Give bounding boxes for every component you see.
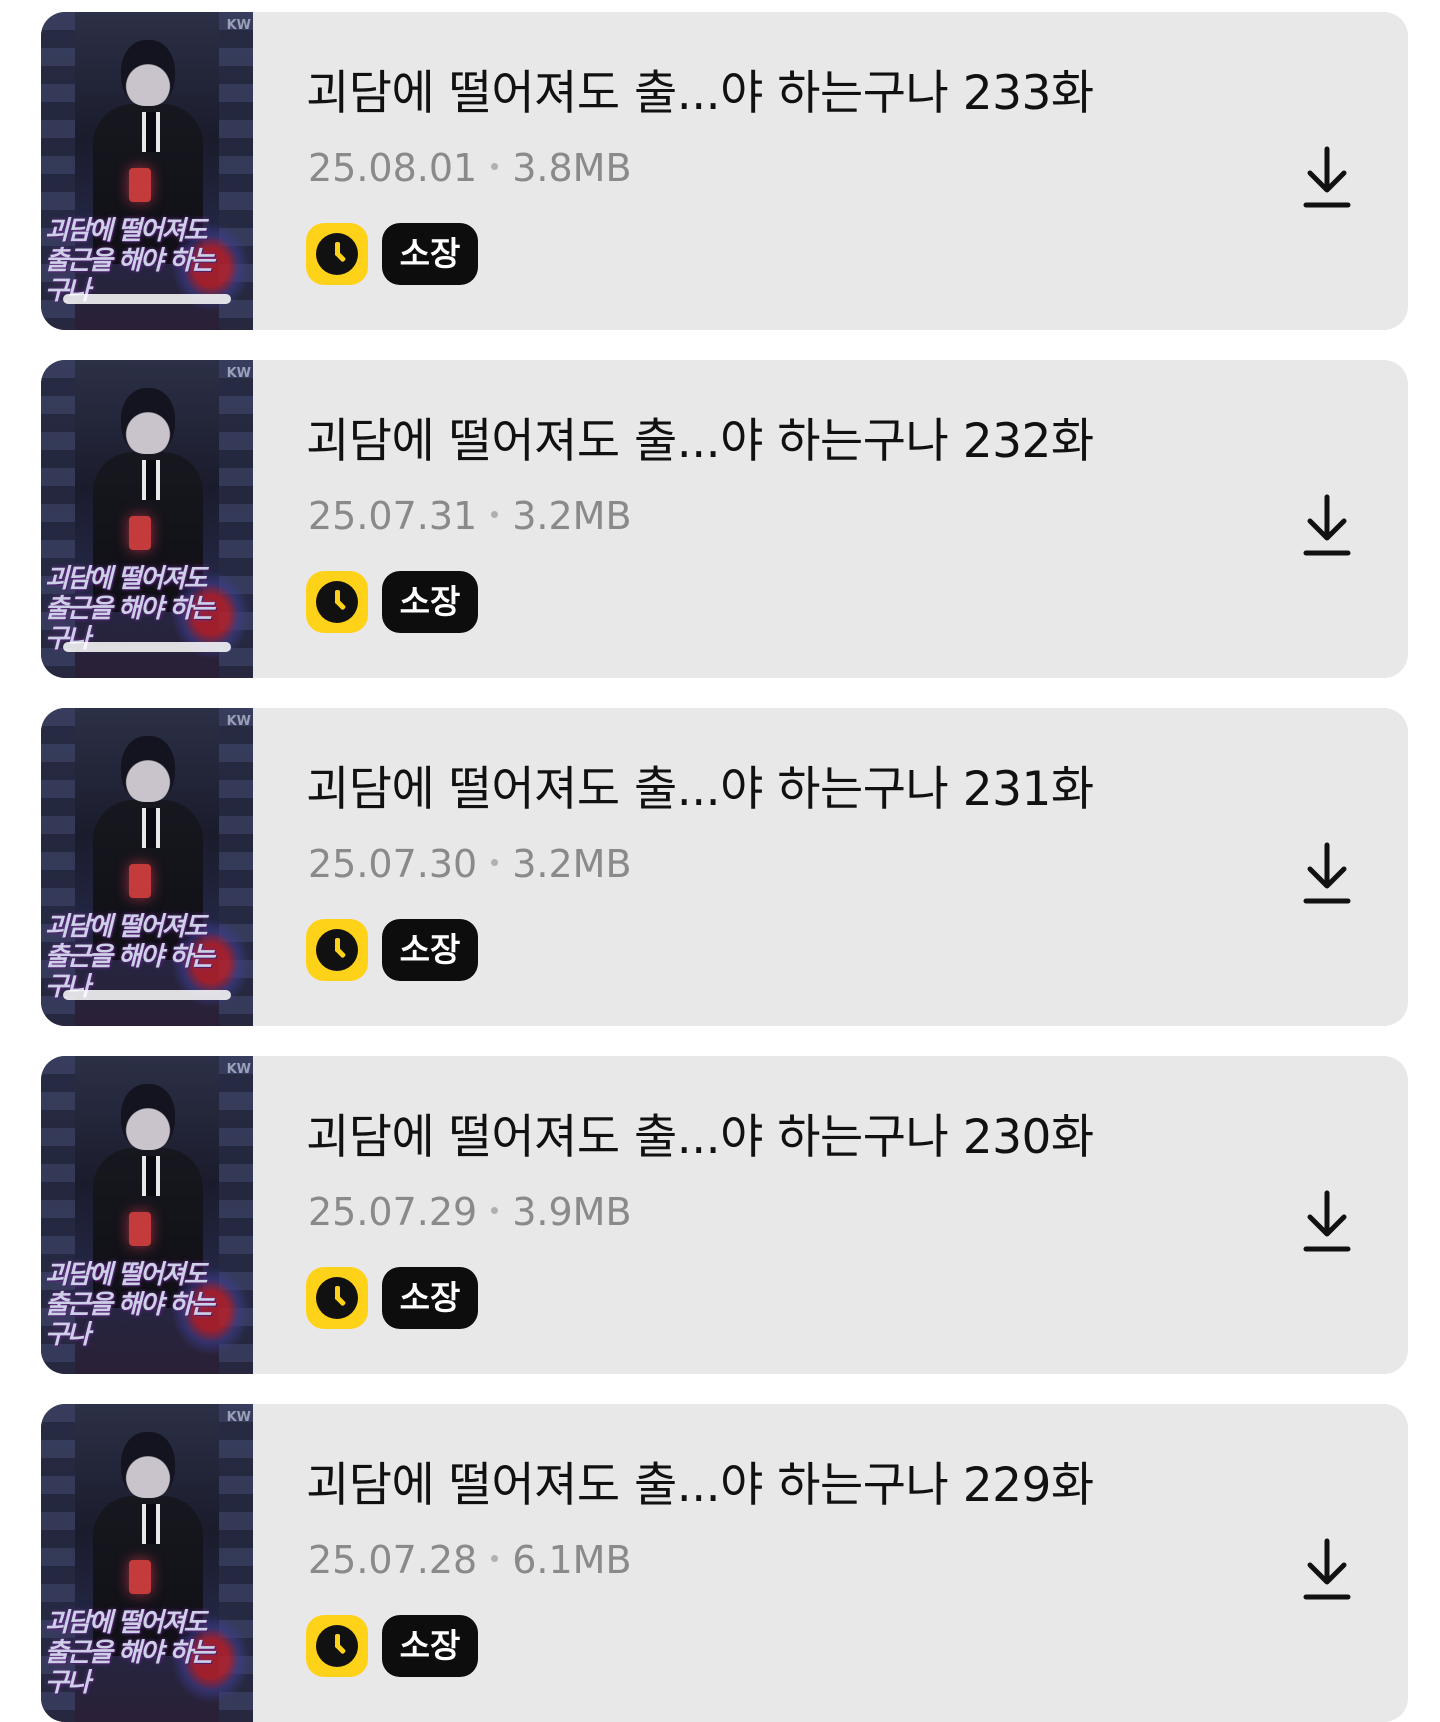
clock-icon bbox=[306, 223, 368, 285]
owned-badge: 소장 bbox=[382, 919, 478, 981]
episode-title: 괴담에 떨어져도 출...야 하는구나 231화 bbox=[306, 762, 1094, 817]
separator-dot bbox=[491, 1207, 499, 1214]
download-icon[interactable] bbox=[1302, 1537, 1352, 1603]
episode-title: 괴담에 떨어져도 출...야 하는구나 230화 bbox=[306, 1110, 1094, 1165]
episode-size: 3.2MB bbox=[512, 842, 632, 886]
cover-logo: KW bbox=[226, 1062, 251, 1077]
clock-icon bbox=[306, 571, 368, 633]
owned-badge: 소장 bbox=[382, 1267, 478, 1329]
episode-meta: 25.07.30 3.2MB bbox=[308, 842, 632, 886]
episode-meta: 25.07.31 3.2MB bbox=[308, 494, 632, 538]
episode-size: 3.2MB bbox=[512, 494, 632, 538]
download-icon[interactable] bbox=[1302, 1189, 1352, 1255]
episode-thumbnail: KW 괴담에 떨어져도 출근을 해야 하는구나 bbox=[41, 708, 253, 1026]
owned-badge: 소장 bbox=[382, 223, 478, 285]
episode-title: 괴담에 떨어져도 출...야 하는구나 229화 bbox=[306, 1458, 1094, 1513]
episode-thumbnail: KW 괴담에 떨어져도 출근을 해야 하는구나 bbox=[41, 360, 253, 678]
episode-date: 25.07.29 bbox=[308, 1190, 478, 1234]
episode-size: 6.1MB bbox=[512, 1538, 632, 1582]
episode-meta: 25.08.01 3.8MB bbox=[308, 146, 632, 190]
clock-icon bbox=[306, 919, 368, 981]
cover-logo: KW bbox=[226, 714, 251, 729]
episode-item[interactable]: KW 괴담에 떨어져도 출근을 해야 하는구나 괴담에 떨어져도 출...야 하… bbox=[41, 1056, 1408, 1374]
read-progress-bar bbox=[63, 294, 231, 304]
episode-item[interactable]: KW 괴담에 떨어져도 출근을 해야 하는구나 괴담에 떨어져도 출...야 하… bbox=[41, 1404, 1408, 1722]
episode-thumbnail: KW 괴담에 떨어져도 출근을 해야 하는구나 bbox=[41, 1404, 253, 1722]
episode-title: 괴담에 떨어져도 출...야 하는구나 232화 bbox=[306, 414, 1094, 469]
episode-date: 25.07.30 bbox=[308, 842, 478, 886]
episode-thumbnail: KW 괴담에 떨어져도 출근을 해야 하는구나 bbox=[41, 1056, 253, 1374]
episode-item[interactable]: KW 괴담에 떨어져도 출근을 해야 하는구나 괴담에 떨어져도 출...야 하… bbox=[41, 12, 1408, 330]
episode-title: 괴담에 떨어져도 출...야 하는구나 233화 bbox=[306, 66, 1094, 121]
read-progress-bar bbox=[63, 642, 231, 652]
cover-logo: KW bbox=[226, 18, 251, 33]
cover-title: 괴담에 떨어져도 출근을 해야 하는구나 bbox=[45, 1260, 215, 1350]
separator-dot bbox=[491, 163, 499, 170]
separator-dot bbox=[491, 511, 499, 518]
separator-dot bbox=[491, 859, 499, 866]
download-icon[interactable] bbox=[1302, 145, 1352, 211]
episode-thumbnail: KW 괴담에 떨어져도 출근을 해야 하는구나 bbox=[41, 12, 253, 330]
read-progress-bar bbox=[63, 990, 231, 1000]
episode-item[interactable]: KW 괴담에 떨어져도 출근을 해야 하는구나 괴담에 떨어져도 출...야 하… bbox=[41, 360, 1408, 678]
cover-title: 괴담에 떨어져도 출근을 해야 하는구나 bbox=[45, 564, 215, 654]
download-icon[interactable] bbox=[1302, 841, 1352, 907]
episode-date: 25.08.01 bbox=[308, 146, 478, 190]
clock-icon bbox=[306, 1267, 368, 1329]
cover-title: 괴담에 떨어져도 출근을 해야 하는구나 bbox=[45, 912, 215, 1002]
episode-size: 3.8MB bbox=[512, 146, 632, 190]
cover-logo: KW bbox=[226, 1410, 251, 1425]
episode-meta: 25.07.28 6.1MB bbox=[308, 1538, 632, 1582]
owned-badge: 소장 bbox=[382, 1615, 478, 1677]
episode-item[interactable]: KW 괴담에 떨어져도 출근을 해야 하는구나 괴담에 떨어져도 출...야 하… bbox=[41, 708, 1408, 1026]
episode-size: 3.9MB bbox=[512, 1190, 632, 1234]
episode-meta: 25.07.29 3.9MB bbox=[308, 1190, 632, 1234]
clock-icon bbox=[306, 1615, 368, 1677]
cover-logo: KW bbox=[226, 366, 251, 381]
cover-title: 괴담에 떨어져도 출근을 해야 하는구나 bbox=[45, 216, 215, 306]
episode-date: 25.07.28 bbox=[308, 1538, 478, 1582]
cover-title: 괴담에 떨어져도 출근을 해야 하는구나 bbox=[45, 1608, 215, 1698]
owned-badge: 소장 bbox=[382, 571, 478, 633]
download-icon[interactable] bbox=[1302, 493, 1352, 559]
separator-dot bbox=[491, 1555, 499, 1562]
episode-date: 25.07.31 bbox=[308, 494, 478, 538]
